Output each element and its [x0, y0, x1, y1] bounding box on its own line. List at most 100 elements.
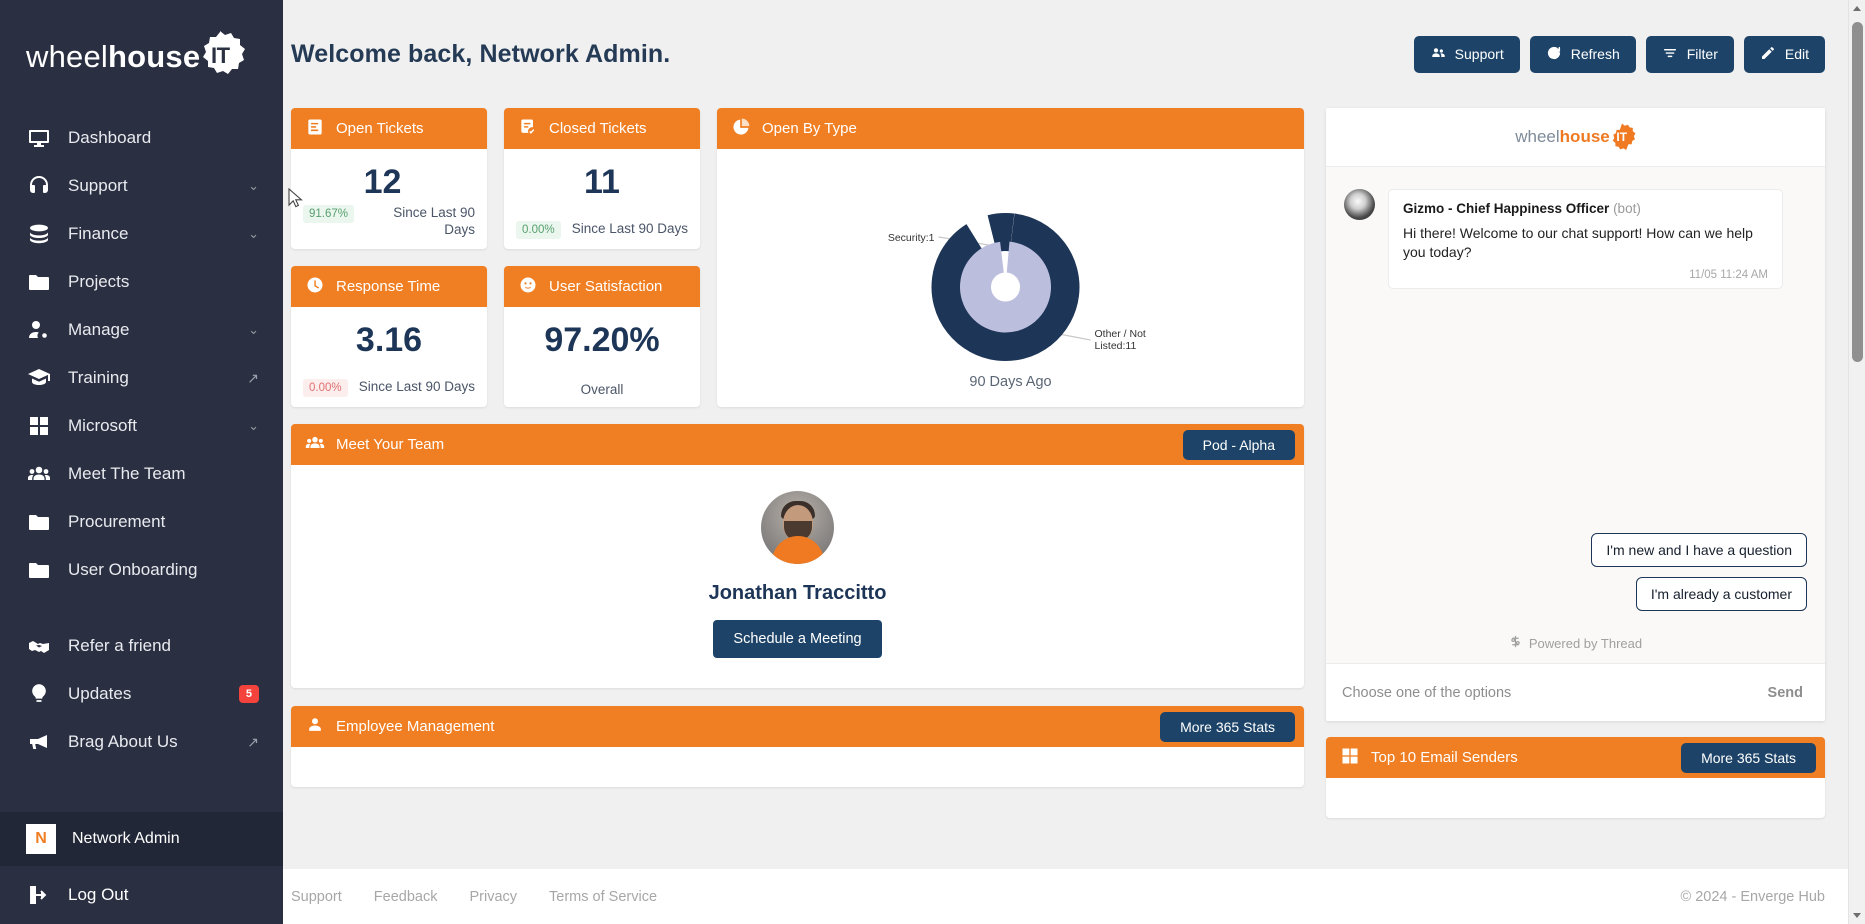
page-scrollbar[interactable]	[1848, 0, 1865, 924]
more-365-stats-button-employee[interactable]: More 365 Stats	[1160, 711, 1295, 742]
card-top-email-senders: Top 10 Email Senders More 365 Stats	[1326, 737, 1825, 818]
scroll-down-arrow-icon[interactable]	[1849, 907, 1865, 924]
smiley-icon	[518, 275, 538, 299]
card-meet-your-team: Meet Your Team Pod - Alpha Jonathan Trac…	[291, 424, 1304, 688]
filter-button[interactable]: Filter	[1645, 35, 1734, 73]
main-content: Welcome back, Network Admin. Support Ref…	[283, 0, 1865, 924]
svg-text:Other / Not: Other / Not Listed:11	[1095, 328, 1149, 352]
donut-svg: Security:1 Other / Not Listed:11	[888, 213, 1149, 361]
user-satisfaction-period: Overall	[580, 382, 624, 397]
schedule-meeting-button[interactable]: Schedule a Meeting	[713, 620, 882, 658]
card-response-time[interactable]: Response Time 3.16 0.00% Since Last 90 D…	[291, 266, 487, 407]
card-header: Open Tickets	[291, 108, 487, 149]
sidebar-item-label: Microsoft	[68, 416, 137, 435]
card-closed-tickets[interactable]: Closed Tickets 11 0.00% Since Last 90 Da…	[504, 108, 700, 249]
chevron-down-icon[interactable]: ⌄	[248, 178, 259, 194]
sidebar-item-user-onboarding[interactable]: User Onboarding	[0, 546, 283, 594]
more-365-stats-button-email[interactable]: More 365 Stats	[1681, 742, 1816, 773]
footer-link-privacy[interactable]: Privacy	[469, 889, 517, 905]
sidebar-item-label: Manage	[68, 320, 130, 339]
closed-tickets-value: 11	[584, 163, 620, 201]
page-header: Welcome back, Network Admin. Support Ref…	[283, 0, 1865, 108]
brand-bold-text: house	[108, 38, 201, 74]
footer-link-terms[interactable]: Terms of Service	[549, 889, 657, 905]
card-user-satisfaction[interactable]: User Satisfaction 97.20% Overall	[504, 266, 700, 407]
sidebar-item-support[interactable]: Support ⌄	[0, 162, 283, 210]
sidebar-nav: Dashboard Support ⌄ Finance ⌄ Projects M…	[0, 108, 283, 812]
avatar: N	[26, 824, 56, 854]
brand-logo[interactable]: wheelhouse IT	[0, 0, 283, 108]
footer-copyright: © 2024 - Enverge Hub	[1680, 888, 1826, 905]
response-time-delta: 0.00%	[303, 379, 348, 397]
card-open-by-type[interactable]: Open By Type Security:1 Other / Not List…	[717, 108, 1304, 407]
refresh-button[interactable]: Refresh	[1529, 35, 1636, 73]
left-column: Open Tickets 12 91.67% Since Last 90 Day…	[291, 108, 1304, 787]
sidebar-profile[interactable]: N Network Admin	[0, 812, 283, 866]
sidebar-item-logout[interactable]: Log Out	[0, 866, 283, 924]
chat-bubble: Gizmo - Chief Happiness Officer (bot) Hi…	[1388, 189, 1783, 289]
card-employee-management: Employee Management More 365 Stats	[291, 706, 1304, 787]
response-time-value: 3.16	[355, 321, 423, 359]
sidebar-item-label: Finance	[68, 224, 129, 243]
card-title: Open Tickets	[336, 120, 424, 137]
chat-messages: Gizmo - Chief Happiness Officer (bot) Hi…	[1326, 167, 1825, 663]
card-body: Jonathan Traccitto Schedule a Meeting	[291, 465, 1304, 688]
microsoft-icon	[1340, 746, 1360, 770]
right-column: wheel house IT Gizmo - Chief Happiness O…	[1326, 108, 1825, 818]
powered-by-label: Powered by Thread	[1528, 635, 1643, 651]
folder-icon	[26, 269, 52, 295]
monitor-icon	[26, 125, 52, 151]
support-button-label: Support	[1454, 46, 1504, 62]
sidebar-item-finance[interactable]: Finance ⌄	[0, 210, 283, 258]
page-title: Welcome back, Network Admin.	[291, 39, 671, 68]
filter-button-label: Filter	[1686, 46, 1718, 62]
app-root: wheelhouse IT Dashboard Support ⌄ Financ…	[0, 0, 1865, 924]
chat-input-bar: Send	[1326, 663, 1825, 721]
footer-link-support[interactable]: Support	[291, 889, 342, 905]
chat-brand-logo: wheel house IT	[1515, 123, 1636, 151]
closed-tickets-period: Since Last 90 Days	[571, 221, 688, 236]
pod-alpha-button[interactable]: Pod - Alpha	[1182, 429, 1295, 460]
footer-link-feedback[interactable]: Feedback	[374, 889, 438, 905]
chevron-down-icon[interactable]: ⌄	[248, 418, 259, 434]
profile-name: Network Admin	[72, 830, 180, 847]
sidebar-item-brag-about-us[interactable]: Brag About Us ↗	[0, 718, 283, 766]
external-link-icon: ↗	[247, 733, 259, 750]
sidebar-item-refer-a-friend[interactable]: Refer a friend	[0, 622, 283, 670]
open-tickets-value: 12	[363, 163, 402, 201]
chat-input[interactable]	[1342, 684, 1758, 701]
external-link-icon: ↗	[247, 369, 259, 386]
send-button[interactable]: Send	[1768, 685, 1803, 701]
edit-button[interactable]: Edit	[1743, 35, 1825, 73]
sidebar-item-manage[interactable]: Manage ⌄	[0, 306, 283, 354]
chevron-down-icon[interactable]: ⌄	[248, 322, 259, 338]
sidebar-item-procurement[interactable]: Procurement	[0, 498, 283, 546]
sidebar-item-label: Brag About Us	[68, 732, 178, 751]
people-icon	[305, 433, 325, 457]
card-title: Open By Type	[762, 120, 857, 137]
sidebar-item-dashboard[interactable]: Dashboard	[0, 114, 283, 162]
sidebar-item-label: Dashboard	[68, 128, 152, 147]
chat-widget: wheel house IT Gizmo - Chief Happiness O…	[1326, 108, 1825, 721]
sidebar-item-training[interactable]: Training ↗	[0, 354, 283, 402]
card-open-tickets[interactable]: Open Tickets 12 91.67% Since Last 90 Day…	[291, 108, 487, 249]
support-button[interactable]: Support	[1413, 35, 1520, 73]
sidebar-item-meet-the-team[interactable]: Meet The Team	[0, 450, 283, 498]
card-body	[1326, 778, 1825, 818]
card-body: 97.20% Overall	[504, 307, 700, 407]
scrollbar-thumb[interactable]	[1852, 22, 1863, 362]
scroll-up-arrow-icon[interactable]	[1849, 0, 1865, 17]
quick-reply-new-question[interactable]: I'm new and I have a question	[1591, 533, 1807, 567]
gear-it-text: IT	[211, 43, 230, 68]
sidebar-item-projects[interactable]: Projects	[0, 258, 283, 306]
sidebar-item-updates[interactable]: Updates 5	[0, 670, 283, 718]
refresh-button-label: Refresh	[1570, 46, 1620, 62]
refresh-icon	[1546, 45, 1562, 64]
sidebar-item-microsoft[interactable]: Microsoft ⌄	[0, 402, 283, 450]
people-icon	[1430, 45, 1446, 64]
coins-icon	[26, 221, 52, 247]
chevron-down-icon[interactable]: ⌄	[248, 226, 259, 242]
quick-reply-existing-customer[interactable]: I'm already a customer	[1635, 577, 1807, 611]
filter-icon	[1662, 45, 1678, 64]
